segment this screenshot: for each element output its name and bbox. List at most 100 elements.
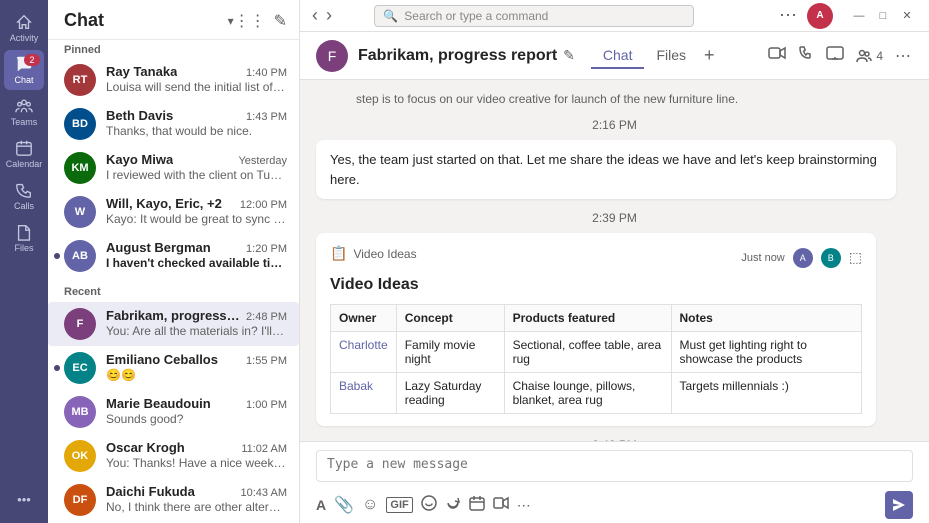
- search-bar[interactable]: 🔍 Search or type a command: [374, 5, 694, 27]
- table-header-owner: Owner: [331, 305, 397, 332]
- rail-files[interactable]: Files: [4, 218, 44, 258]
- chat-info-august-bergman: August Bergman 1:20 PM I haven't checked…: [106, 240, 287, 270]
- screen-share-icon[interactable]: [826, 46, 844, 65]
- chat-item-marie[interactable]: MB Marie Beaudouin 1:00 PM Sounds good?: [48, 390, 299, 434]
- attach-icon[interactable]: 📎: [334, 495, 354, 515]
- rail-teams[interactable]: Teams: [4, 92, 44, 132]
- chat-item-august-bergman[interactable]: AB August Bergman 1:20 PM I haven't chec…: [48, 234, 299, 278]
- audio-call-icon[interactable]: [798, 45, 814, 66]
- avatar-emiliano: EC: [64, 352, 96, 384]
- topbar-more-icon[interactable]: ⋯: [779, 5, 799, 26]
- chat-preview: I reviewed with the client on Tuesda...: [106, 168, 287, 182]
- format-text-icon[interactable]: A: [316, 497, 326, 513]
- table-header-concept: Concept: [396, 305, 504, 332]
- card-tag-label: Video Ideas: [353, 247, 416, 261]
- teams-label: Teams: [11, 117, 38, 127]
- rail-chat[interactable]: 2 Chat: [4, 50, 44, 90]
- rail-calendar[interactable]: Calendar: [4, 134, 44, 174]
- table-header-products: Products featured: [504, 305, 671, 332]
- timestamp-239pm: 2:39 PM: [316, 211, 913, 225]
- files-label: Files: [14, 243, 33, 253]
- schedule-icon[interactable]: [469, 495, 485, 516]
- send-button[interactable]: [885, 491, 913, 519]
- chat-info-oscar: Oscar Krogh 11:02 AM You: Thanks! Have a…: [106, 440, 287, 470]
- chat-preview: You: Are all the materials in? I'll uplo…: [106, 324, 287, 338]
- search-icon: 🔍: [383, 9, 398, 23]
- chat-item-beth-davis[interactable]: BD Beth Davis 1:43 PM Thanks, that would…: [48, 102, 299, 146]
- messages-area[interactable]: step is to focus on our video creative f…: [300, 80, 929, 441]
- pinned-section-label: Pinned: [48, 40, 299, 58]
- forward-button[interactable]: ›: [326, 5, 332, 26]
- minimize-button[interactable]: —: [849, 6, 869, 26]
- more-actions-icon[interactable]: ⋯: [517, 497, 533, 514]
- chat-name: Marie Beaudouin: [106, 396, 211, 411]
- chat-time: 1:55 PM: [246, 355, 287, 367]
- message-input[interactable]: [316, 450, 913, 482]
- input-toolbar: A 📎 ☺ GIF ⋯: [316, 491, 913, 519]
- sidebar-actions: ⋮⋮ ✎: [234, 11, 287, 31]
- chat-item-emiliano[interactable]: EC Emiliano Ceballos 1:55 PM 😊😊: [48, 346, 299, 390]
- gif-icon[interactable]: GIF: [386, 497, 412, 513]
- channel-more-icon[interactable]: ⋯: [895, 46, 913, 66]
- calendar-label: Calendar: [6, 159, 43, 169]
- channel-actions: 4 ⋯: [768, 45, 913, 66]
- avatar-fabrikam: F: [64, 308, 96, 340]
- row1-owner[interactable]: Charlotte: [331, 332, 397, 373]
- chat-time: 2:48 PM: [246, 311, 287, 323]
- rail-activity[interactable]: Activity: [4, 8, 44, 48]
- channel-edit-icon[interactable]: ✎: [563, 47, 575, 64]
- video-call-icon[interactable]: [768, 46, 786, 65]
- chat-info-will-group: Will, Kayo, Eric, +2 12:00 PM Kayo: It w…: [106, 196, 287, 226]
- row1-notes: Must get lighting right to showcase the …: [671, 332, 862, 373]
- user-avatar[interactable]: A: [807, 3, 833, 29]
- chat-time: 1:20 PM: [246, 243, 287, 255]
- loop-icon[interactable]: [445, 495, 461, 516]
- sidebar-filter-icon[interactable]: ⋮⋮: [234, 11, 266, 31]
- chat-name: Oscar Krogh: [106, 440, 185, 455]
- chat-info-daichi: Daichi Fukuda 10:43 AM No, I think there…: [106, 484, 287, 514]
- emoji-icon[interactable]: ☺: [362, 496, 378, 514]
- table-row: Babak Lazy Saturday reading Chaise loung…: [331, 373, 862, 414]
- search-placeholder: Search or type a command: [404, 9, 548, 23]
- row2-owner[interactable]: Babak: [331, 373, 397, 414]
- tab-add-button[interactable]: +: [698, 41, 721, 70]
- chat-item-ray-tanaka[interactable]: RT Ray Tanaka 1:40 PM Louisa will send t…: [48, 58, 299, 102]
- chat-info-beth-davis: Beth Davis 1:43 PM Thanks, that would be…: [106, 108, 287, 138]
- close-button[interactable]: ✕: [897, 6, 917, 26]
- chat-preview: Sounds good?: [106, 412, 287, 426]
- sidebar-content: Pinned RT Ray Tanaka 1:40 PM Louisa will…: [48, 40, 299, 523]
- chat-preview: You: Thanks! Have a nice weekend: [106, 456, 287, 470]
- chat-preview: 😊😊: [106, 368, 287, 382]
- card-time: Just now: [741, 252, 784, 264]
- meet-now-icon[interactable]: [493, 496, 509, 515]
- topbar-nav-group: ‹ ›: [312, 5, 332, 26]
- sidebar-compose-icon[interactable]: ✎: [274, 11, 287, 31]
- sticker-icon[interactable]: [421, 495, 437, 516]
- message-input-area: A 📎 ☺ GIF ⋯: [300, 441, 929, 523]
- card-expand-icon[interactable]: ⬚: [849, 249, 862, 266]
- participant-number: 4: [876, 49, 883, 63]
- idea-table: Owner Concept Products featured Notes Ch…: [330, 304, 862, 414]
- chat-item-will-group[interactable]: W Will, Kayo, Eric, +2 12:00 PM Kayo: It…: [48, 190, 299, 234]
- chat-badge: 2: [24, 54, 40, 66]
- avatar-will-group: W: [64, 196, 96, 228]
- back-button[interactable]: ‹: [312, 5, 318, 26]
- unread-dot: [54, 365, 60, 371]
- rail-calls[interactable]: Calls: [4, 176, 44, 216]
- chat-item-fabrikam[interactable]: F Fabrikam, progress report 2:48 PM You:…: [48, 302, 299, 346]
- chat-info-marie: Marie Beaudouin 1:00 PM Sounds good?: [106, 396, 287, 426]
- tab-chat[interactable]: Chat: [591, 43, 645, 69]
- chat-item-kayo-miwa[interactable]: KM Kayo Miwa Yesterday I reviewed with t…: [48, 146, 299, 190]
- avatar-beth-davis: BD: [64, 108, 96, 140]
- maximize-button[interactable]: □: [873, 6, 893, 26]
- row2-products: Chaise lounge, pillows, blanket, area ru…: [504, 373, 671, 414]
- chat-name: August Bergman: [106, 240, 211, 255]
- chat-item-oscar[interactable]: OK Oscar Krogh 11:02 AM You: Thanks! Hav…: [48, 434, 299, 478]
- chat-item-daichi[interactable]: DF Daichi Fukuda 10:43 AM No, I think th…: [48, 478, 299, 522]
- card-avatar-2: B: [821, 248, 841, 268]
- chat-info-fabrikam: Fabrikam, progress report 2:48 PM You: A…: [106, 308, 287, 338]
- card-tag-icon: 📋: [330, 245, 347, 262]
- rail-more[interactable]: •••: [4, 483, 44, 515]
- window-controls: — □ ✕: [849, 6, 917, 26]
- tab-files[interactable]: Files: [644, 43, 698, 69]
